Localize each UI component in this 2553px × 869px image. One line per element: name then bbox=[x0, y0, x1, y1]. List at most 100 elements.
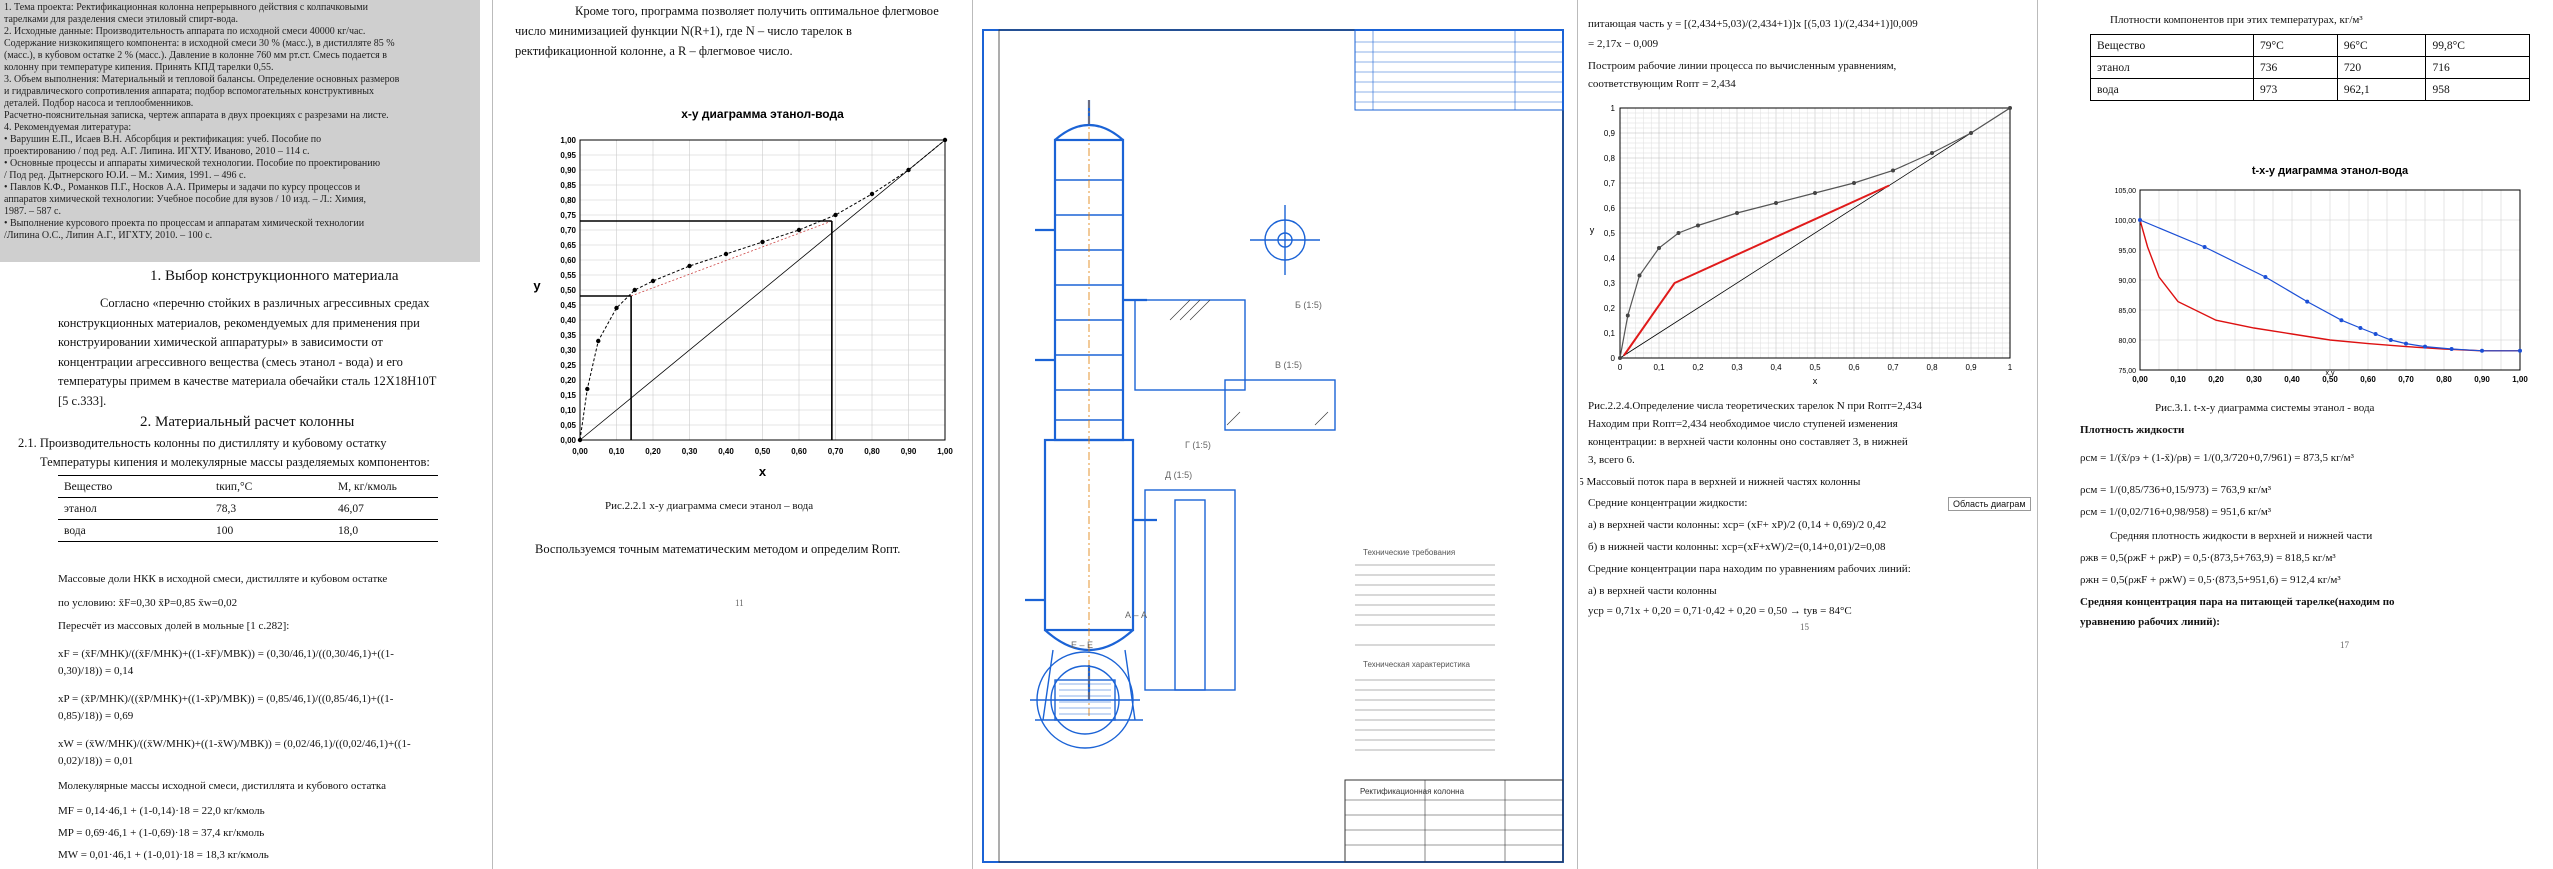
x-tick-label: 0,10 bbox=[2170, 375, 2186, 384]
text-line: концентрации агрессивного вещества (смес… bbox=[58, 354, 403, 369]
feed-vapor-note-cont: уравнению рабочих линий): bbox=[2080, 616, 2220, 628]
scan-line: • Варушин Е.П., Исаев В.Н. Абсорбция и р… bbox=[4, 134, 322, 145]
y-tick-label: 0,2 bbox=[1604, 304, 1616, 313]
x-tick-label: 0,40 bbox=[718, 447, 734, 456]
data-point bbox=[2518, 348, 2522, 353]
mw-formula: MW = 0,01·46,1 + (1-0,01)·18 = 18,3 кг/к… bbox=[58, 849, 269, 861]
x-tick-label: 0,60 bbox=[2360, 375, 2376, 384]
text-line: ректификационной колонне, а R – флегмово… bbox=[515, 44, 793, 58]
avg-bottom: б) в нижней части колонны: xср=(xF+xW)/2… bbox=[1588, 541, 1886, 553]
assignment-scan: 1. Тема проекта: Ректификационная колонн… bbox=[0, 0, 480, 262]
xp-formula: xP = (x̄P/MНК)/((x̄P/MНК)+((1-x̄P)/MВК))… bbox=[58, 693, 394, 705]
data-point bbox=[1696, 223, 1700, 228]
table-cell: 716 bbox=[2425, 56, 2530, 79]
tech-characteristic-title: Техническая характеристика bbox=[1363, 660, 1470, 669]
y-tick-label: 0,05 bbox=[560, 421, 576, 430]
column-drawing bbox=[982, 29, 1564, 863]
text-line: [5 с.333]. bbox=[58, 393, 107, 408]
page-divider bbox=[972, 0, 973, 869]
data-point bbox=[2449, 347, 2454, 351]
x-axis-label: x bbox=[759, 464, 767, 479]
liquid-density-title: Плотность жидкости bbox=[2080, 424, 2185, 436]
page-divider bbox=[1577, 0, 1578, 869]
mccabe-thiele-chart: 0 0,1 0,2 0,3 0,4 0,5 0,6 0,7 0,8 0,9 1 0 0,1 0,2 0,3 0… bbox=[1590, 104, 2013, 386]
avg-top: а) в верхней части колонны: xср= (xF+ xP… bbox=[1588, 519, 1887, 531]
data-point bbox=[687, 263, 692, 269]
subheading-2-1: 2.1. Производительность колонны по дисти… bbox=[18, 436, 387, 450]
data-point bbox=[596, 338, 601, 344]
table-cell: 958 bbox=[2425, 78, 2530, 101]
x-tick-label: 1,00 bbox=[2512, 375, 2528, 384]
table-cell: 78,3 bbox=[210, 497, 332, 520]
table-header-cell: 96°С bbox=[2336, 34, 2427, 57]
table-row: вода 100 18,0 bbox=[58, 519, 438, 542]
y-tick-label: 0,30 bbox=[560, 346, 576, 355]
table-header-row: Вещество 79°С 96°С 99,8°С bbox=[2090, 34, 2530, 57]
data-point bbox=[1891, 168, 1895, 173]
x-tick-label: 0,6 bbox=[1848, 363, 1860, 372]
x-tick-label: 0,40 bbox=[2284, 375, 2300, 384]
y-tick-label: 0,15 bbox=[560, 391, 576, 400]
y-tick-label: 0,20 bbox=[560, 376, 576, 385]
y-tick-label: 0,5 bbox=[1604, 229, 1616, 238]
scan-line: 3. Объем выполнения: Материальный и тепл… bbox=[4, 74, 400, 85]
x-axis-label: x,y bbox=[2326, 370, 2335, 377]
table-header-cell: Вещество bbox=[58, 475, 210, 498]
feed-line-equation-cont: = 2,17x − 0,009 bbox=[1588, 38, 1659, 50]
scan-line: тарелками для разделения смеси этиловый … bbox=[4, 14, 238, 25]
x-tick-label: 0,4 bbox=[1770, 363, 1782, 372]
operating-line bbox=[630, 220, 832, 297]
figure-caption: Рис.2.2.1 x-y диаграмма смеси этанол – в… bbox=[605, 500, 814, 512]
table-header-cell: Вещество bbox=[2090, 34, 2254, 57]
data-point bbox=[2202, 245, 2207, 249]
text-line: Согласно «перечню стойких в различных аг… bbox=[100, 296, 430, 310]
avg-density-top: ρжв = 0,5(ρжF + ρжP) = 0,5·(873,5+763,9)… bbox=[2080, 552, 2336, 564]
avg-liquid-title: Средние концентрации жидкости: bbox=[1588, 497, 1748, 509]
table-cell: вода bbox=[2090, 78, 2254, 101]
y-tick-label: 100,00 bbox=[2115, 218, 2137, 225]
data-point bbox=[2305, 299, 2310, 304]
table-row: вода 973 962,1 958 bbox=[2090, 78, 2530, 101]
components-table: Вещество tкип,°C M, кг/кмоль этанол 78,3… bbox=[58, 475, 438, 542]
page-3-drawing: Технические требования Техническая харак… bbox=[975, 0, 1575, 869]
view-label: В (1:5) bbox=[1275, 360, 1303, 370]
page-divider bbox=[492, 0, 493, 869]
y-tick-label: 105,00 bbox=[2115, 188, 2137, 195]
stages-note-cont: концентрации: в верхней части колонны он… bbox=[1588, 436, 1908, 448]
x-tick-label: 0,20 bbox=[645, 447, 661, 456]
y-tick-label: 0,40 bbox=[560, 316, 576, 325]
y-tick-label: 0,75 bbox=[560, 211, 576, 220]
y-tick-label: 0,60 bbox=[560, 256, 576, 265]
page-number: 17 bbox=[2340, 640, 2349, 650]
view-label: Б (1:5) bbox=[1295, 300, 1322, 310]
text-line: Кроме того, программа позволяет получить… bbox=[575, 4, 939, 18]
recalc-note: Пересчёт из массовых долей в мольные [1 … bbox=[58, 620, 290, 632]
mf-formula: MF = 0,14·46,1 + (1-0,14)·18 = 22,0 кг/к… bbox=[58, 805, 265, 817]
scan-line: • Основные процессы и аппараты химическо… bbox=[4, 158, 381, 169]
y-tick-label: 0,50 bbox=[560, 286, 576, 295]
x-tick-label: 0,90 bbox=[2474, 375, 2490, 384]
data-point bbox=[577, 437, 583, 443]
data-point bbox=[869, 191, 875, 197]
xy-diagram: x-y диаграмма этанол-вода 0,00 0,10 0,20 0,3… bbox=[533, 107, 953, 479]
data-point bbox=[2388, 338, 2393, 342]
text-line: конструировании химической аппаратуры» в… bbox=[58, 335, 383, 349]
text-line: температуры примем в качестве материала … bbox=[58, 374, 437, 388]
section-2-5: 2.5 Массовый поток пара в верхней и нижн… bbox=[1580, 476, 1861, 488]
y-tick-label: 0,35 bbox=[560, 331, 576, 340]
xf-formula: xF = (x̄F/MНК)/((x̄F/MНК)+((1-x̄F)/MВК))… bbox=[58, 648, 394, 660]
view-label: А – А bbox=[1125, 610, 1148, 620]
scan-line: колонну при температуре кипения. Принять… bbox=[4, 62, 274, 73]
x-tick-label: 0,8 bbox=[1926, 363, 1938, 372]
density-table: Вещество 79°С 96°С 99,8°С этанол 736 720… bbox=[2090, 34, 2530, 101]
data-point bbox=[2373, 332, 2378, 336]
table-cell: этанол bbox=[2090, 56, 2254, 79]
page-number: 11 bbox=[735, 598, 744, 608]
y-axis-label: y bbox=[1590, 225, 1595, 235]
text-line: число минимизацией функции N(R+1), где N… bbox=[515, 24, 852, 38]
operating-lines-note: Построим рабочие линии процесса по вычис… bbox=[1588, 60, 1897, 72]
x-tick-label: 0,3 bbox=[1731, 363, 1743, 372]
data-point bbox=[796, 227, 802, 233]
data-point bbox=[1813, 191, 1817, 195]
text-line: конструкционных материалов, рекомендуемы… bbox=[58, 315, 420, 330]
